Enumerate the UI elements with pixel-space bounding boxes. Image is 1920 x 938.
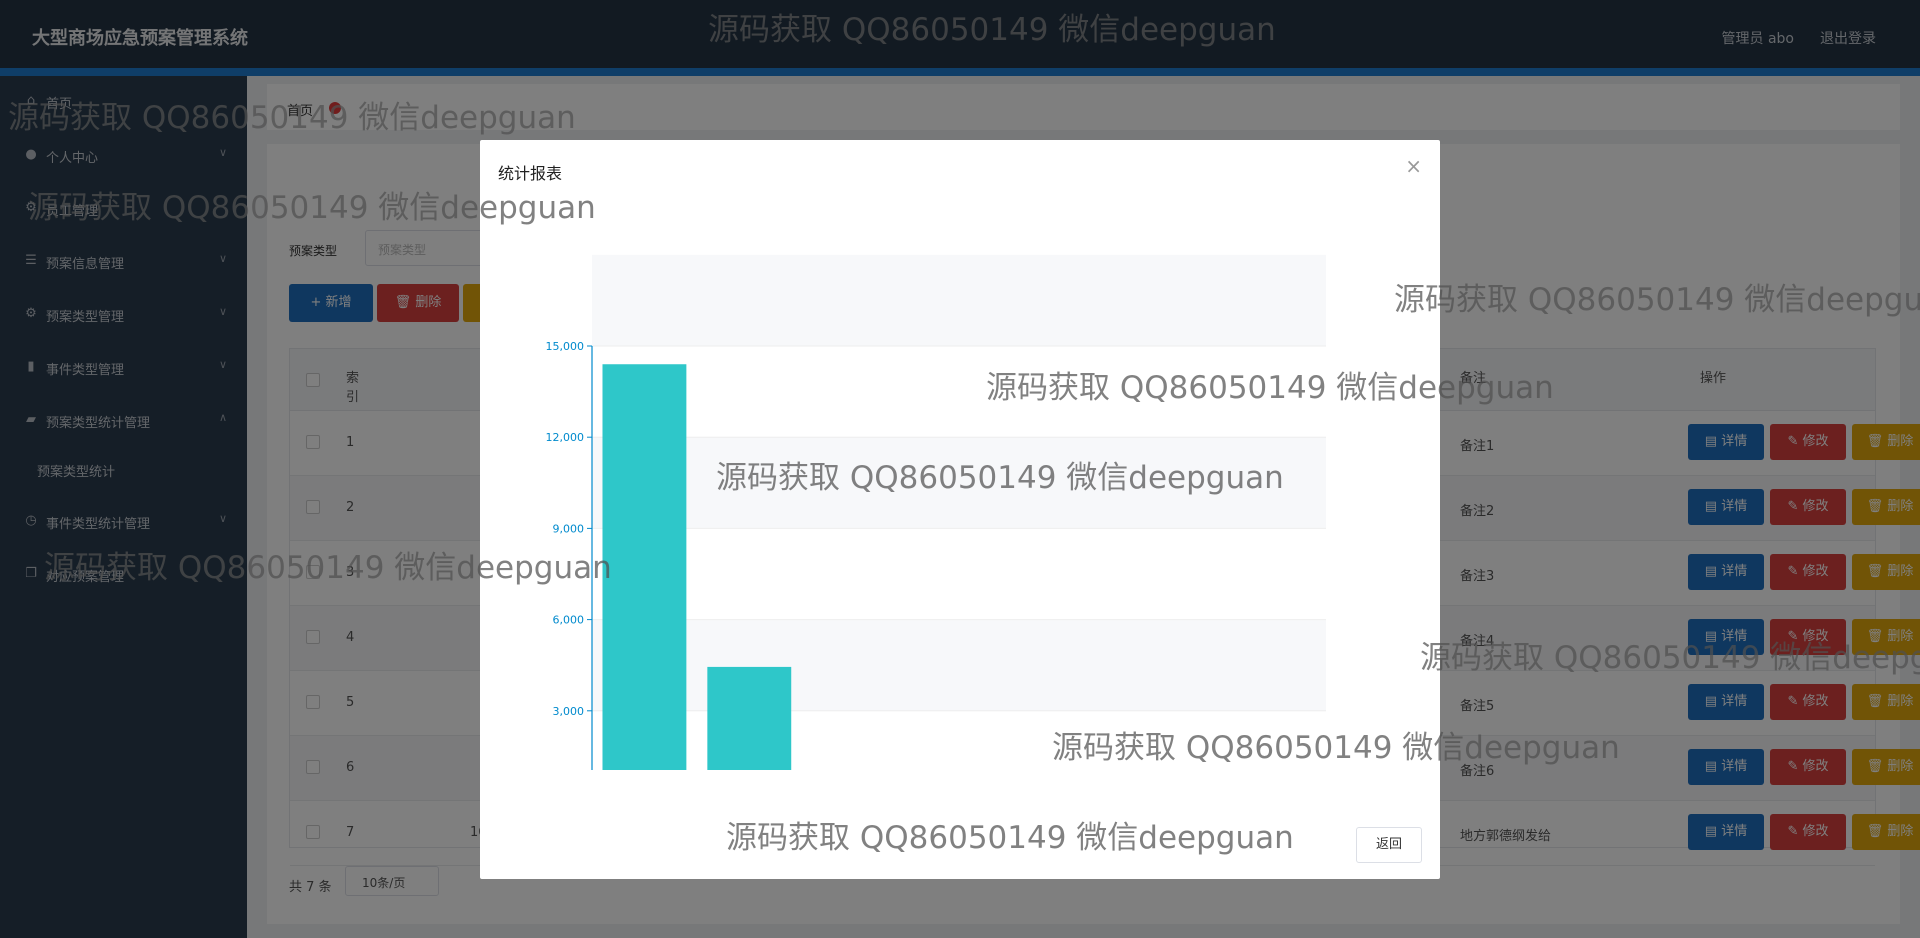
bar[interactable] [602,364,687,770]
stats-modal: 统计报表 × 预案类型统计03,0006,0009,00012,00015,00… [480,140,1440,879]
bar-chart: 预案类型统计03,0006,0009,00012,00015,000专项预案综合… [546,254,1326,770]
modal-title: 统计报表 [498,164,563,183]
grid-band [592,619,1326,711]
y-tick-label: 12,000 [546,431,585,444]
y-tick-label: 6,000 [553,614,585,627]
grid-band [592,437,1326,529]
y-tick-label: 15,000 [546,340,585,353]
grid-band [592,254,1326,346]
bar[interactable] [707,666,792,770]
y-tick-label: 9,000 [553,522,585,535]
return-button[interactable]: 返回 [1356,827,1422,863]
y-tick-label: 3,000 [553,705,585,718]
close-icon[interactable]: × [1405,154,1422,178]
